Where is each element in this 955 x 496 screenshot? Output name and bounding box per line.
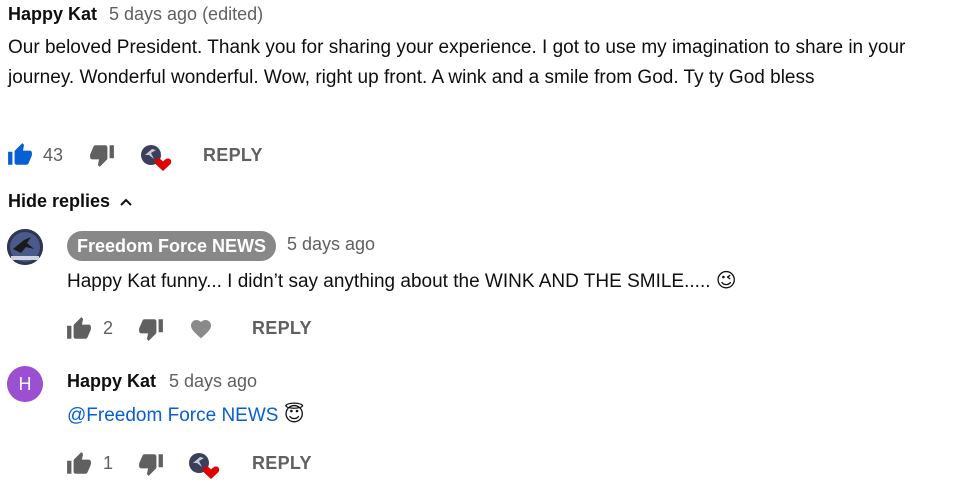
like-button[interactable] [66, 451, 92, 477]
heart-button[interactable] [189, 317, 213, 341]
heart-icon [191, 320, 211, 339]
creator-heart-badge [140, 143, 174, 173]
reply-button[interactable]: REPLY [203, 145, 263, 166]
comment-text: Our beloved President. Thank you for sha… [8, 37, 906, 88]
reply-text: Happy Kat funny... I didn’t say anything… [67, 266, 737, 297]
mention-link[interactable]: @Freedom Force NEWS [67, 405, 278, 426]
reply-button[interactable]: REPLY [252, 453, 312, 474]
heart-icon [154, 158, 172, 171]
thumbs-up-icon [67, 452, 91, 474]
avatar[interactable] [7, 229, 43, 265]
thumbs-down-icon [139, 319, 163, 341]
like-count: 2 [103, 318, 114, 338]
heart-icon [202, 466, 220, 479]
creator-heart-badge [188, 451, 222, 481]
like-count: 43 [43, 145, 64, 165]
chevron-up-icon [120, 198, 132, 206]
like-button[interactable] [66, 316, 92, 342]
reply-timestamp[interactable]: 5 days ago [169, 371, 257, 392]
dislike-button[interactable] [138, 316, 164, 342]
reply-author[interactable]: Happy Kat [67, 371, 156, 392]
thumbs-up-filled-icon [8, 143, 32, 165]
thumbs-down-icon [90, 145, 114, 167]
hide-replies-label: Hide replies [8, 191, 111, 211]
reply-text-body: Happy Kat funny... I didn’t say anything… [67, 271, 711, 292]
like-button[interactable] [7, 142, 33, 168]
reply-button[interactable]: REPLY [252, 318, 312, 339]
avatar[interactable]: H [7, 366, 43, 402]
eagle-avatar-icon [7, 229, 43, 265]
hide-replies-button[interactable]: Hide replies [8, 191, 134, 212]
dislike-button[interactable] [138, 451, 164, 477]
comment-timestamp[interactable]: 5 days ago (edited) [109, 4, 263, 25]
comment-author[interactable]: Happy Kat [8, 4, 97, 25]
channel-owner-chip[interactable]: Freedom Force NEWS [67, 231, 277, 261]
reply-text: @Freedom Force NEWS 😇 [67, 400, 305, 431]
dislike-button[interactable] [89, 142, 115, 168]
like-count: 1 [103, 453, 114, 473]
reply-timestamp[interactable]: 5 days ago [287, 234, 375, 255]
smiling-face-with-halo-emoji: 😇 [283, 404, 305, 426]
thumbs-down-icon [139, 454, 163, 476]
winking-face-emoji: 😉 [715, 270, 737, 292]
thumbs-up-icon [67, 317, 91, 339]
